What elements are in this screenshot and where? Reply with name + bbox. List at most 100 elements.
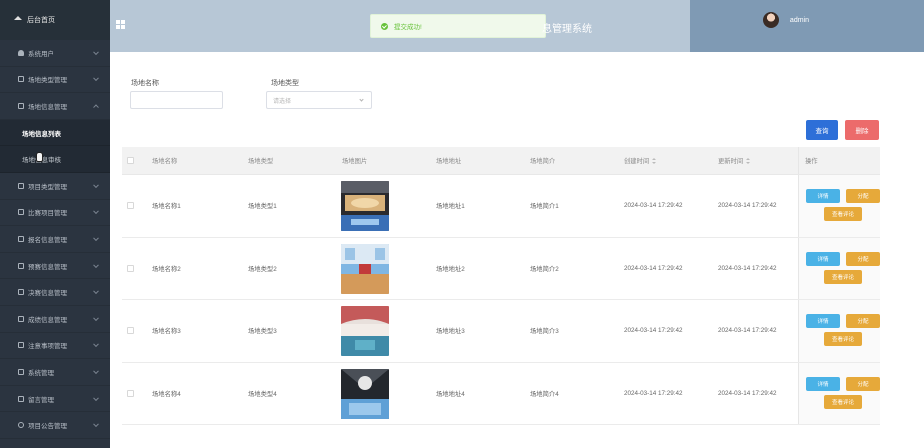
sidebar-item-announcements[interactable]: 项目公告管理 xyxy=(0,412,110,439)
chevron-down-icon xyxy=(93,75,99,82)
doc-icon xyxy=(18,315,24,322)
row-checkbox[interactable] xyxy=(127,389,134,397)
sidebar-item-prelim[interactable]: 预赛信息管理 xyxy=(0,253,110,280)
menu-grid-icon[interactable] xyxy=(116,20,125,29)
sidebar-item-label: 留言管理 xyxy=(28,396,54,404)
header-user-area: admin xyxy=(690,0,924,52)
search-button[interactable]: 查询 xyxy=(806,120,838,140)
table-row[interactable]: 场地名称3 场地类型3 场地地址3 场地简介3 2024-03-14 17:29… xyxy=(122,300,880,363)
chevron-down-icon xyxy=(93,341,99,348)
assign-button[interactable]: 分配 xyxy=(846,189,880,203)
detail-button[interactable]: 详情 xyxy=(806,189,840,203)
chevron-up-icon xyxy=(93,104,99,111)
view-comments-button[interactable]: 查看评论 xyxy=(824,394,862,409)
sidebar-item-project-type[interactable]: 项目类型管理 xyxy=(0,173,110,200)
venue-image[interactable] xyxy=(341,243,389,294)
sidebar-item-label: 决赛信息管理 xyxy=(28,290,67,298)
home-icon xyxy=(14,16,22,20)
sidebar-item-label: 项目公告管理 xyxy=(28,423,67,431)
sidebar-item-final[interactable]: 决赛信息管理 xyxy=(0,279,110,306)
assign-button[interactable]: 分配 xyxy=(846,376,880,391)
doc-icon xyxy=(18,262,24,269)
venue-image[interactable] xyxy=(341,181,389,231)
sidebar-item-registration[interactable]: 报名信息管理 xyxy=(0,226,110,253)
col-created[interactable]: 创建时间 xyxy=(624,147,657,174)
venue-image[interactable] xyxy=(341,306,389,356)
table-header: 场地名称 场地类型 场地图片 场地地址 场地简介 创建时间 更新时间 操作 xyxy=(122,147,880,175)
table-row[interactable]: 场地名称4 场地类型4 场地地址4 场地简介4 2024-03-14 17:29… xyxy=(122,362,880,425)
sidebar-subitem-venue-list[interactable]: 场地信息列表 xyxy=(0,119,110,147)
assign-button[interactable]: 分配 xyxy=(846,251,880,266)
detail-button[interactable]: 详情 xyxy=(806,314,840,328)
sort-icon[interactable] xyxy=(652,157,657,164)
chevron-down-icon xyxy=(93,315,99,321)
chevron-down-icon xyxy=(93,49,99,55)
venue-name-input[interactable] xyxy=(130,91,223,109)
user-name[interactable]: admin xyxy=(790,17,809,24)
cell-updated: 2024-03-14 17:29:42 xyxy=(718,389,777,397)
col-address: 场地地址 xyxy=(436,158,462,165)
cell-name: 场地名称4 xyxy=(152,390,181,398)
cell-type: 场地类型1 xyxy=(248,203,277,211)
sidebar-item-system[interactable]: 系统管理 xyxy=(0,359,110,386)
sidebar-item-messages[interactable]: 留言管理 xyxy=(0,386,110,413)
cell-intro: 场地简介1 xyxy=(530,203,559,211)
sidebar-subitem-venue-review[interactable]: 场地信息审核 xyxy=(0,146,110,173)
user-icon xyxy=(18,49,24,56)
sidebar-item-venue-type[interactable]: 场地类型管理 xyxy=(0,67,110,94)
chevron-down-icon xyxy=(93,235,99,241)
view-comments-button[interactable]: 查看评论 xyxy=(824,269,862,284)
cell-name: 场地名称2 xyxy=(152,265,181,273)
table-row[interactable]: 场地名称2 场地类型2 场地地址2 场地简介2 2024-03-14 17:29… xyxy=(122,237,880,300)
col-updated[interactable]: 更新时间 xyxy=(718,147,751,174)
sidebar-item-users[interactable]: 系统用户 xyxy=(0,40,110,67)
sidebar-home-label: 后台首页 xyxy=(27,17,55,24)
top-header: 提交成功! 息管理系统 admin xyxy=(110,0,924,52)
cell-intro: 场地简介3 xyxy=(530,328,559,336)
sidebar-item-notes[interactable]: 注意事项管理 xyxy=(0,333,110,360)
doc-icon xyxy=(18,102,24,109)
delete-button[interactable]: 删除 xyxy=(845,120,879,140)
row-checkbox[interactable] xyxy=(127,264,134,272)
cell-type: 场地类型2 xyxy=(248,265,277,273)
sidebar-item-label: 报名信息管理 xyxy=(28,236,67,244)
table-row[interactable]: 场地名称1 场地类型1 场地地址1 场地简介1 2024-03-14 17:29… xyxy=(122,175,880,238)
row-checkbox[interactable] xyxy=(127,327,134,335)
cell-created: 2024-03-14 17:29:42 xyxy=(624,202,683,210)
sidebar-item-label: 系统用户 xyxy=(28,50,54,58)
sidebar-item-venue-info[interactable]: 场地信息管理 xyxy=(0,93,110,120)
cell-intro: 场地简介2 xyxy=(530,265,559,273)
sidebar-item-label: 项目类型管理 xyxy=(28,183,67,191)
assign-button[interactable]: 分配 xyxy=(846,314,880,328)
chevron-down-icon xyxy=(93,394,99,401)
sidebar-item-label: 注意事项管理 xyxy=(28,343,67,351)
detail-button[interactable]: 详情 xyxy=(806,376,840,391)
cell-intro: 场地简介4 xyxy=(530,390,559,398)
venue-type-select[interactable]: 请选择 xyxy=(266,91,372,109)
cell-created: 2024-03-14 17:29:42 xyxy=(624,264,683,272)
sidebar-item-label: 场地类型管理 xyxy=(28,77,67,85)
col-name: 场地名称 xyxy=(152,158,178,165)
chevron-down-icon xyxy=(93,208,99,215)
detail-button[interactable]: 详情 xyxy=(806,251,840,266)
chevron-down-icon xyxy=(93,182,99,188)
sort-icon[interactable] xyxy=(746,157,751,164)
avatar[interactable] xyxy=(763,12,779,28)
sidebar-item-scores[interactable]: 成绩信息管理 xyxy=(0,306,110,333)
col-type: 场地类型 xyxy=(248,158,274,165)
info-icon xyxy=(18,422,24,429)
doc-icon xyxy=(18,182,24,189)
view-comments-button[interactable]: 查看评论 xyxy=(824,207,862,221)
cell-name: 场地名称3 xyxy=(152,328,181,336)
sidebar-home[interactable]: 后台首页 xyxy=(0,0,110,40)
view-comments-button[interactable]: 查看评论 xyxy=(824,332,862,346)
monitor-icon xyxy=(18,368,24,375)
venue-image[interactable] xyxy=(341,368,389,419)
select-all-checkbox[interactable] xyxy=(127,157,134,164)
row-checkbox[interactable] xyxy=(127,202,134,210)
doc-icon xyxy=(18,289,24,296)
cell-updated: 2024-03-14 17:29:42 xyxy=(718,264,777,272)
sidebar-item-label: 场地信息管理 xyxy=(28,103,67,111)
sidebar-item-competition[interactable]: 比赛项目管理 xyxy=(0,200,110,227)
chevron-down-icon xyxy=(93,261,99,268)
